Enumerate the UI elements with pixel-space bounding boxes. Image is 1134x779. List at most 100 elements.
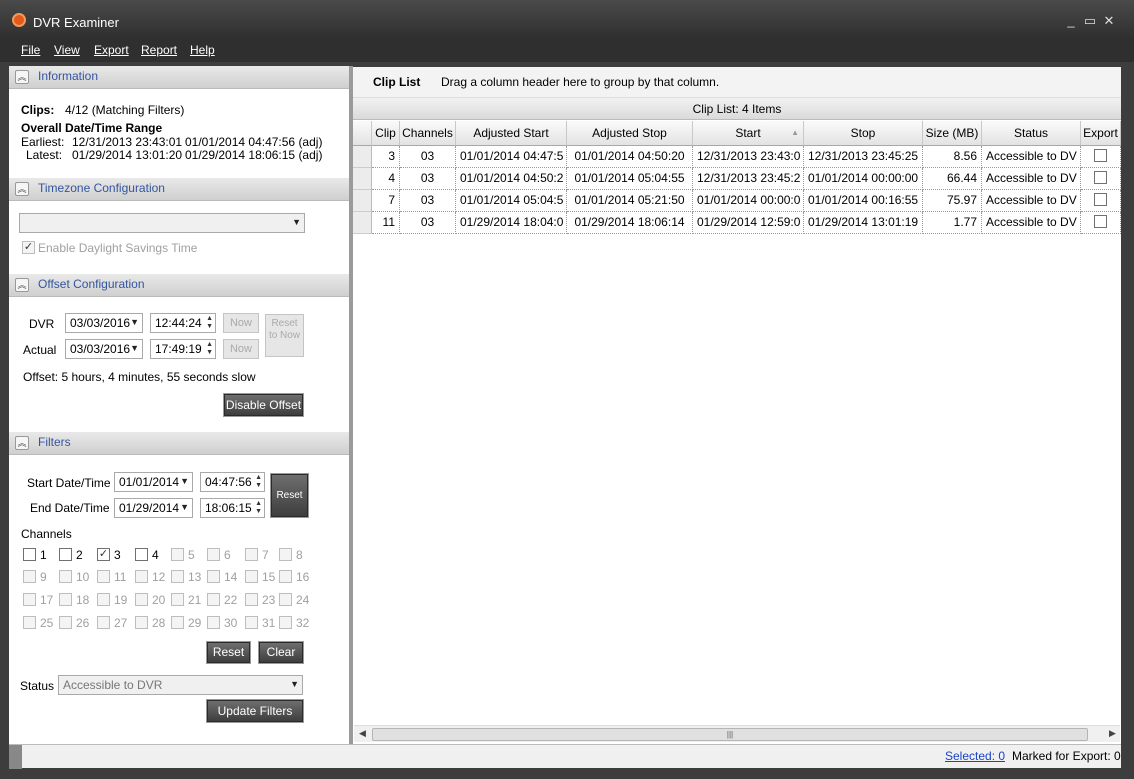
column-header-stop[interactable]: Stop — [804, 121, 923, 146]
spinner-arrows-icon[interactable]: ▲ ▼ — [255, 474, 262, 490]
date-reset-button[interactable]: Reset — [270, 473, 309, 518]
export-checkbox[interactable] — [1094, 215, 1107, 229]
column-header-export[interactable]: Export — [1081, 121, 1121, 146]
menu-help[interactable]: Help — [190, 43, 215, 57]
actual-time-spinner[interactable]: 17:49:19 ▲ ▼ — [150, 339, 216, 359]
timezone-select[interactable]: ▼ — [19, 213, 305, 233]
channel-18-checkbox[interactable] — [59, 593, 72, 606]
column-header-clip[interactable]: Clip — [372, 121, 400, 146]
channel-25-checkbox[interactable] — [23, 616, 36, 629]
scroll-left-icon[interactable]: ◀ — [359, 728, 366, 739]
channel-12-checkbox[interactable] — [135, 570, 148, 583]
menu-export[interactable]: Export — [94, 43, 129, 57]
menu-view[interactable]: View — [54, 43, 80, 57]
export-checkbox-cell[interactable] — [1081, 168, 1121, 190]
dvr-now-button[interactable]: Now — [223, 313, 259, 333]
channel-28-checkbox[interactable] — [135, 616, 148, 629]
channel-4-checkbox[interactable] — [135, 548, 148, 561]
update-filters-button[interactable]: Update Filters — [206, 699, 304, 723]
filters-header[interactable]: ︽ Filters — [9, 432, 349, 455]
channel-16-checkbox[interactable] — [279, 570, 292, 583]
column-header-adjusted-start[interactable]: Adjusted Start — [456, 121, 567, 146]
channel-5-checkbox[interactable] — [171, 548, 184, 561]
channel-10-checkbox[interactable] — [59, 570, 72, 583]
channel-14-checkbox[interactable] — [207, 570, 220, 583]
channel-20-checkbox[interactable] — [135, 593, 148, 606]
spinner-arrows-icon[interactable]: ▲ ▼ — [255, 500, 262, 516]
menu-file[interactable]: File — [21, 43, 40, 57]
export-checkbox[interactable] — [1094, 193, 1107, 207]
table-row[interactable]: 3 03 01/01/2014 04:47:5 01/01/2014 04:50:20… — [353, 146, 1121, 168]
channel-32-checkbox[interactable] — [279, 616, 292, 629]
row-selector[interactable] — [353, 212, 372, 234]
row-selector[interactable] — [353, 190, 372, 212]
minimize-button[interactable]: _ — [1063, 13, 1079, 28]
channel-27-checkbox[interactable] — [97, 616, 110, 629]
information-header[interactable]: ︽ Information — [9, 66, 349, 89]
actual-now-button[interactable]: Now — [223, 339, 259, 359]
channel-19-checkbox[interactable] — [97, 593, 110, 606]
channel-3-checkbox[interactable]: ✓ — [97, 548, 110, 561]
dvr-date-picker[interactable]: 03/03/2016 ▼ — [65, 313, 143, 333]
channel-31-checkbox[interactable] — [245, 616, 258, 629]
start-time-spinner[interactable]: 04:47:56 ▲ ▼ — [200, 472, 265, 492]
scroll-thumb[interactable]: ||| — [372, 728, 1088, 741]
export-checkbox[interactable] — [1094, 149, 1107, 163]
close-button[interactable]: ✕ — [1101, 13, 1117, 29]
export-checkbox-cell[interactable] — [1081, 146, 1121, 168]
export-checkbox-cell[interactable] — [1081, 212, 1121, 234]
channel-1-checkbox[interactable] — [23, 548, 36, 561]
selected-count-link[interactable]: Selected: 0 — [945, 749, 1005, 763]
collapse-icon[interactable]: ︽ — [15, 70, 29, 84]
group-by-bar[interactable]: Clip List Drag a column header here to g… — [353, 67, 1121, 98]
scroll-right-icon[interactable]: ▶ — [1109, 728, 1116, 739]
column-header-size-mb-[interactable]: Size (MB) — [923, 121, 982, 146]
spinner-arrows-icon[interactable]: ▲ ▼ — [206, 341, 213, 357]
collapse-icon[interactable]: ︽ — [15, 436, 29, 450]
timezone-header[interactable]: ︽ Timezone Configuration — [9, 178, 349, 201]
disable-offset-button[interactable]: Disable Offset — [223, 393, 304, 417]
column-header-adjusted-stop[interactable]: Adjusted Stop — [567, 121, 693, 146]
collapse-icon[interactable]: ︽ — [15, 278, 29, 292]
channel-21-checkbox[interactable] — [171, 593, 184, 606]
channel-17-checkbox[interactable] — [23, 593, 36, 606]
channel-9-checkbox[interactable] — [23, 570, 36, 583]
channel-23-checkbox[interactable] — [245, 593, 258, 606]
channel-2-checkbox[interactable] — [59, 548, 72, 561]
row-selector[interactable] — [353, 146, 372, 168]
channel-29-checkbox[interactable] — [171, 616, 184, 629]
row-selector[interactable] — [353, 168, 372, 190]
status-select[interactable]: Accessible to DVR ▼ — [58, 675, 303, 695]
spinner-arrows-icon[interactable]: ▲ ▼ — [206, 315, 213, 331]
channel-15-checkbox[interactable] — [245, 570, 258, 583]
channels-clear-button[interactable]: Clear — [258, 641, 304, 664]
dst-checkbox[interactable]: ✓ — [22, 241, 35, 254]
start-date-picker[interactable]: 01/01/2014 ▼ — [114, 472, 193, 492]
export-checkbox-cell[interactable] — [1081, 190, 1121, 212]
actual-date-picker[interactable]: 03/03/2016 ▼ — [65, 339, 143, 359]
channel-13-checkbox[interactable] — [171, 570, 184, 583]
channel-24-checkbox[interactable] — [279, 593, 292, 606]
table-row[interactable]: 11 03 01/29/2014 18:04:0 01/29/2014 18:06:1… — [353, 212, 1121, 234]
horizontal-scrollbar[interactable]: ◀ ||| ▶ — [354, 725, 1120, 742]
channel-11-checkbox[interactable] — [97, 570, 110, 583]
dvr-time-spinner[interactable]: 12:44:24 ▲ ▼ — [150, 313, 216, 333]
table-row[interactable]: 4 03 01/01/2014 04:50:2 01/01/2014 05:04:55… — [353, 168, 1121, 190]
table-row[interactable]: 7 03 01/01/2014 05:04:5 01/01/2014 05:21:50… — [353, 190, 1121, 212]
channels-reset-button[interactable]: Reset — [206, 641, 251, 664]
offset-header[interactable]: ︽ Offset Configuration — [9, 274, 349, 297]
channel-6-checkbox[interactable] — [207, 548, 220, 561]
collapse-icon[interactable]: ︽ — [15, 182, 29, 196]
column-header-channels[interactable]: Channels — [400, 121, 456, 146]
reset-to-now-button[interactable]: Reset to Now — [265, 314, 304, 357]
end-time-spinner[interactable]: 18:06:15 ▲ ▼ — [200, 498, 265, 518]
channel-8-checkbox[interactable] — [279, 548, 292, 561]
export-checkbox[interactable] — [1094, 171, 1107, 185]
channel-30-checkbox[interactable] — [207, 616, 220, 629]
column-header-status[interactable]: Status — [982, 121, 1081, 146]
maximize-button[interactable]: ▭ — [1082, 13, 1098, 29]
column-header-start[interactable]: Start ▲ — [693, 121, 804, 146]
menu-report[interactable]: Report — [141, 43, 177, 57]
end-date-picker[interactable]: 01/29/2014 ▼ — [114, 498, 193, 518]
channel-22-checkbox[interactable] — [207, 593, 220, 606]
